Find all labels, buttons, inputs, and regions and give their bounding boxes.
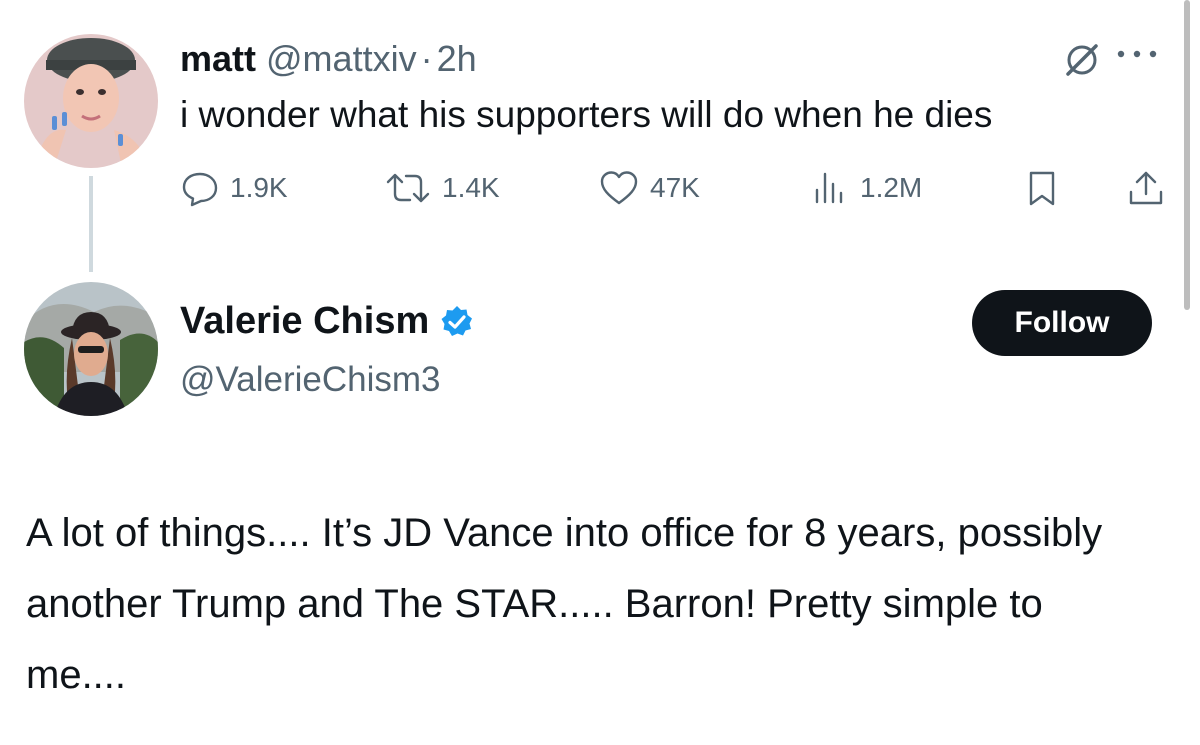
tweet-header: matt @mattxiv · 2h (180, 38, 477, 80)
views-button[interactable]: 1.2M (810, 168, 922, 208)
separator-dot: · (420, 38, 433, 79)
tweet-text: i wonder what his supporters will do whe… (180, 94, 993, 135)
repost-icon (386, 173, 430, 203)
bookmark-button[interactable] (1022, 168, 1062, 208)
scrollbar[interactable] (1184, 0, 1190, 310)
like-icon (600, 171, 638, 205)
thread-connector (89, 176, 93, 272)
more-icon[interactable] (1113, 44, 1163, 69)
like-count: 47K (650, 172, 700, 203)
tweet-time[interactable]: 2h (437, 38, 477, 80)
follow-button[interactable]: Follow (972, 290, 1152, 356)
reply-button[interactable]: 1.9K (180, 168, 288, 208)
avatar-valerie[interactable] (24, 282, 158, 416)
reply-icon (182, 172, 218, 207)
share-icon (1129, 171, 1163, 205)
views-icon (815, 172, 843, 204)
repost-count: 1.4K (442, 172, 500, 203)
reply-author-name-row: Valerie Chism (180, 300, 475, 343)
author-name[interactable]: matt (180, 38, 256, 80)
grok-icon[interactable] (1062, 40, 1102, 85)
repost-button[interactable]: 1.4K (384, 168, 500, 208)
avatar-matt[interactable] (24, 34, 158, 168)
reply-count: 1.9K (230, 172, 288, 203)
author-handle[interactable]: @mattxiv (266, 38, 417, 80)
views-count: 1.2M (860, 172, 923, 203)
verified-badge-icon (441, 305, 473, 336)
bookmark-icon (1029, 171, 1055, 206)
reply-author-name[interactable]: Valerie Chism (180, 300, 429, 343)
tweet-actions: 1.9K 1.4K 47K 1.2M (180, 168, 1170, 214)
reply-author-handle[interactable]: @ValerieChism3 (180, 360, 441, 400)
share-button[interactable] (1126, 168, 1166, 208)
reply-text: A lot of things.... It’s JD Vance into o… (26, 511, 1103, 697)
like-button[interactable]: 47K (598, 168, 700, 208)
